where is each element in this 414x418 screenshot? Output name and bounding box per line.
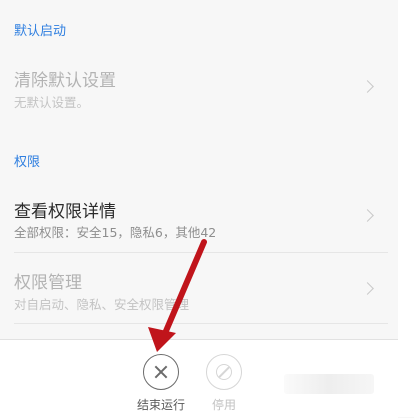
force-stop-button[interactable]: 结束运行	[131, 354, 191, 414]
blurred-region	[284, 374, 374, 394]
view-permission-details-title: 查看权限详情	[14, 202, 116, 222]
chevron-right-icon	[361, 209, 374, 222]
section-title-permissions: 权限	[14, 155, 41, 170]
permission-management-title: 权限管理	[14, 273, 82, 293]
bottom-action-bar: 结束运行 停用	[0, 339, 398, 418]
divider	[14, 252, 388, 253]
disable-button[interactable]: 停用	[194, 354, 254, 414]
view-permission-details-row[interactable]: 查看权限详情 全部权限：安全15，隐私6，其他42	[0, 190, 398, 250]
divider	[14, 323, 388, 324]
right-edge	[398, 0, 414, 417]
close-icon	[143, 354, 179, 390]
force-stop-label: 结束运行	[136, 398, 185, 412]
clear-defaults-row[interactable]: 清除默认设置 无默认设置。	[0, 58, 398, 118]
chevron-right-icon	[361, 80, 374, 93]
view-permission-details-subtitle: 全部权限：安全15，隐私6，其他42	[14, 225, 217, 240]
clear-defaults-title: 清除默认设置	[14, 71, 116, 91]
permission-management-subtitle: 对自启动、隐私、安全权限管理	[14, 297, 190, 312]
permission-management-row[interactable]: 权限管理 对自启动、隐私、安全权限管理	[0, 262, 398, 322]
chevron-right-icon	[361, 282, 374, 295]
ban-icon	[206, 354, 242, 390]
disable-label: 停用	[211, 398, 236, 412]
clear-defaults-subtitle: 无默认设置。	[14, 95, 90, 110]
section-title-default-launch: 默认启动	[14, 24, 67, 39]
